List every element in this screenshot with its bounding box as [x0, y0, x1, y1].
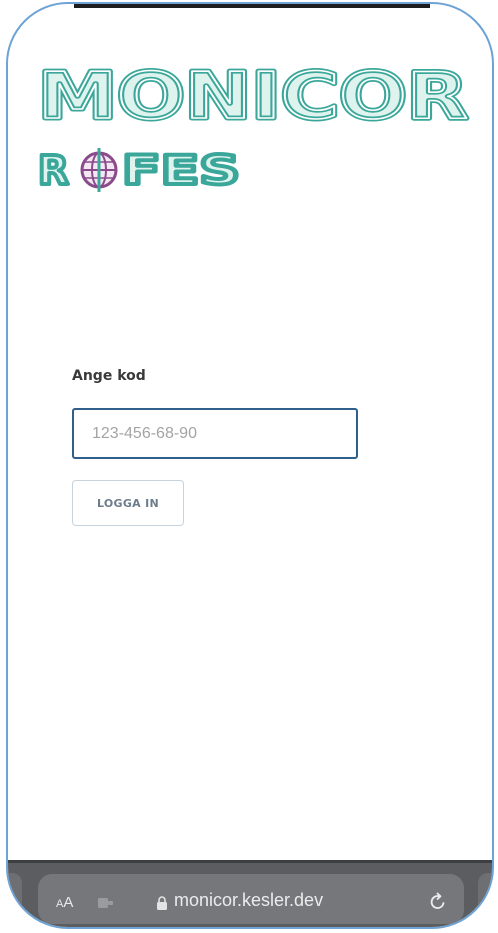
previous-tab-peek[interactable]	[8, 873, 22, 923]
logo-graphic: MONICOR MONICOR R FES	[36, 60, 471, 196]
logo-secondary-word: R FES	[36, 146, 242, 196]
logo-letter-r: R	[38, 148, 69, 194]
logo-primary-text-inner: MONICOR	[38, 60, 468, 134]
logo-letters-fes: FES	[122, 148, 240, 194]
browser-bar-edge	[8, 860, 492, 863]
lock-icon	[157, 896, 167, 910]
text-size-button[interactable]: AA	[56, 894, 73, 911]
next-tab-peek[interactable]	[478, 873, 492, 923]
top-status-edge	[74, 4, 430, 8]
login-button[interactable]: LOGGA IN	[72, 480, 184, 526]
text-size-large-a: A	[63, 894, 74, 911]
code-input[interactable]	[72, 408, 358, 459]
code-label: Ange kod	[72, 368, 146, 384]
screen: MONICOR MONICOR R FES Ange kod 123-456-6…	[0, 0, 498, 933]
globe-icon	[80, 148, 118, 192]
puzzle-extension-icon[interactable]	[98, 898, 114, 908]
url-text[interactable]: monicor.kesler.dev	[174, 890, 323, 911]
phone-viewport: MONICOR MONICOR R FES Ange kod 123-456-6…	[6, 2, 494, 929]
monicor-rofes-logo: MONICOR MONICOR R FES	[34, 60, 474, 200]
reload-icon[interactable]	[428, 892, 448, 912]
